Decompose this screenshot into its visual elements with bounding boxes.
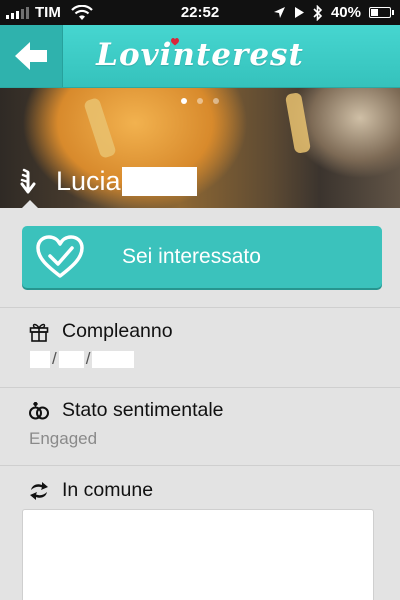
- redacted-surname: [121, 167, 197, 196]
- notch-indicator: [21, 200, 39, 208]
- relationship-section: Stato sentimentale Engaged: [0, 387, 400, 465]
- birthday-section: Compleanno / /: [0, 307, 400, 387]
- redacted-month: [58, 350, 84, 368]
- relationship-status: Engaged: [29, 429, 98, 448]
- relationship-title: Stato sentimentale: [62, 399, 224, 421]
- page-dot[interactable]: [213, 98, 219, 104]
- logo-heart-icon: [171, 38, 179, 46]
- redacted-day: [30, 350, 50, 368]
- photo-pager[interactable]: [0, 98, 400, 104]
- common-title: In comune: [62, 479, 154, 501]
- nav-bar: Lovinterest: [0, 25, 400, 88]
- carrier-name: TIM: [35, 4, 61, 21]
- wifi-icon: [71, 4, 93, 20]
- app-logo: Lovinterest: [96, 37, 304, 73]
- common-title-row: In comune: [28, 479, 153, 502]
- battery-icon: [369, 7, 394, 18]
- bluetooth-icon: [313, 4, 323, 21]
- profile-name: Lucia: [56, 166, 121, 196]
- battery-percentage: 40%: [330, 4, 361, 21]
- birthday-title: Compleanno: [62, 320, 173, 342]
- play-icon: [294, 7, 304, 18]
- status-bar: TIM 22:52 40%: [0, 0, 400, 25]
- page-dot[interactable]: [197, 98, 203, 104]
- location-icon: [273, 7, 285, 18]
- signal-strength-icon: [6, 6, 29, 19]
- redacted-year: [92, 350, 135, 368]
- date-separator: /: [52, 349, 57, 368]
- birthday-title-row: Compleanno: [28, 320, 173, 343]
- relationship-title-row: Stato sentimentale: [28, 399, 224, 422]
- heart-check-icon: [36, 235, 84, 278]
- profile-photo[interactable]: Lucia: [0, 88, 400, 208]
- interested-button[interactable]: Sei interessato: [22, 226, 382, 288]
- sync-arrows-icon: [30, 481, 48, 500]
- common-interests-box[interactable]: [22, 509, 374, 600]
- rings-icon: [29, 401, 49, 419]
- interested-button-label: Sei interessato: [122, 245, 261, 268]
- date-separator: /: [85, 349, 91, 368]
- birthday-date: / /: [30, 349, 135, 369]
- gift-icon: [29, 323, 49, 342]
- common-section: In comune: [0, 465, 400, 600]
- page-dot[interactable]: [181, 98, 187, 104]
- gender-icon: [20, 168, 36, 193]
- profile-name-row: Lucia: [18, 166, 197, 197]
